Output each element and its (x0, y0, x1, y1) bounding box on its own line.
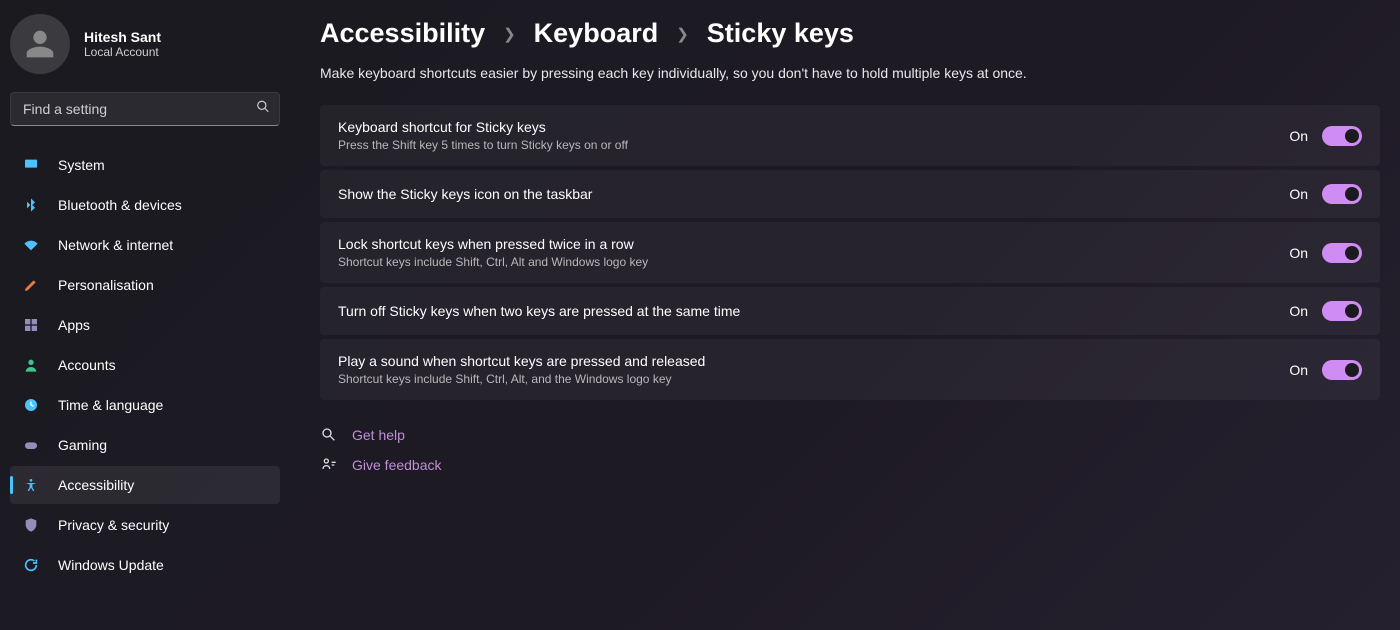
profile-section[interactable]: Hitesh Sant Local Account (10, 14, 280, 92)
sidebar-item-accessibility[interactable]: Accessibility (10, 466, 280, 504)
accounts-icon (22, 356, 40, 374)
apps-icon (22, 316, 40, 334)
toggle-switch[interactable] (1322, 243, 1362, 263)
nav-list: System Bluetooth & devices Network & int… (10, 146, 280, 584)
toggle-state-label: On (1289, 186, 1308, 202)
personalisation-icon (22, 276, 40, 294)
toggle-knob (1345, 129, 1359, 143)
setting-subtitle: Press the Shift key 5 times to turn Stic… (338, 138, 628, 152)
network-icon (22, 236, 40, 254)
sidebar-item-privacy[interactable]: Privacy & security (10, 506, 280, 544)
link-label: Give feedback (352, 457, 442, 473)
give-feedback-link[interactable]: Give feedback (320, 456, 1380, 474)
breadcrumb: Accessibility ❯ Keyboard ❯ Sticky keys (320, 18, 1380, 49)
page-description: Make keyboard shortcuts easier by pressi… (320, 65, 1380, 81)
sidebar-item-label: Accounts (58, 357, 116, 373)
time-icon (22, 396, 40, 414)
sidebar-item-time[interactable]: Time & language (10, 386, 280, 424)
sidebar-item-label: Bluetooth & devices (58, 197, 182, 213)
sidebar-item-system[interactable]: System (10, 146, 280, 184)
sidebar-item-label: Time & language (58, 397, 163, 413)
sidebar-item-update[interactable]: Windows Update (10, 546, 280, 584)
sidebar-item-label: Accessibility (58, 477, 134, 493)
sidebar-item-bluetooth[interactable]: Bluetooth & devices (10, 186, 280, 224)
toggle-state-label: On (1289, 303, 1308, 319)
system-icon (22, 156, 40, 174)
avatar (10, 14, 70, 74)
breadcrumb-current: Sticky keys (707, 18, 854, 49)
sidebar-item-gaming[interactable]: Gaming (10, 426, 280, 464)
sidebar-item-network[interactable]: Network & internet (10, 226, 280, 264)
toggle-state-label: On (1289, 245, 1308, 261)
sidebar-item-apps[interactable]: Apps (10, 306, 280, 344)
gaming-icon (22, 436, 40, 454)
setting-title: Keyboard shortcut for Sticky keys (338, 119, 628, 135)
toggle-knob (1345, 187, 1359, 201)
profile-text: Hitesh Sant Local Account (84, 29, 161, 59)
accessibility-icon (22, 476, 40, 494)
setting-lock-shortcut[interactable]: Lock shortcut keys when pressed twice in… (320, 222, 1380, 283)
toggle-state-label: On (1289, 128, 1308, 144)
link-label: Get help (352, 427, 405, 443)
setting-subtitle: Shortcut keys include Shift, Ctrl, Alt, … (338, 372, 705, 386)
sidebar-item-label: Windows Update (58, 557, 164, 573)
chevron-right-icon: ❯ (503, 25, 516, 43)
setting-title: Turn off Sticky keys when two keys are p… (338, 303, 740, 319)
sidebar-item-label: Apps (58, 317, 90, 333)
update-icon (22, 556, 40, 574)
toggle-switch[interactable] (1322, 360, 1362, 380)
setting-play-sound[interactable]: Play a sound when shortcut keys are pres… (320, 339, 1380, 400)
toggle-knob (1345, 246, 1359, 260)
search-container (10, 92, 280, 126)
sidebar-item-label: Privacy & security (58, 517, 169, 533)
get-help-link[interactable]: Get help (320, 426, 1380, 444)
sidebar-item-label: System (58, 157, 105, 173)
sidebar: Hitesh Sant Local Account System Bluetoo… (0, 0, 290, 630)
profile-name: Hitesh Sant (84, 29, 161, 45)
sidebar-item-accounts[interactable]: Accounts (10, 346, 280, 384)
breadcrumb-keyboard[interactable]: Keyboard (534, 18, 659, 49)
privacy-icon (22, 516, 40, 534)
setting-subtitle: Shortcut keys include Shift, Ctrl, Alt a… (338, 255, 648, 269)
setting-title: Lock shortcut keys when pressed twice in… (338, 236, 648, 252)
search-input[interactable] (10, 92, 280, 126)
bluetooth-icon (22, 196, 40, 214)
settings-list: Keyboard shortcut for Sticky keys Press … (320, 105, 1380, 400)
search-icon[interactable] (256, 100, 270, 119)
help-links: Get help Give feedback (320, 426, 1380, 474)
setting-title: Show the Sticky keys icon on the taskbar (338, 186, 592, 202)
toggle-switch[interactable] (1322, 301, 1362, 321)
sidebar-item-personalisation[interactable]: Personalisation (10, 266, 280, 304)
sidebar-item-label: Network & internet (58, 237, 173, 253)
profile-account-type: Local Account (84, 45, 161, 59)
toggle-switch[interactable] (1322, 126, 1362, 146)
setting-title: Play a sound when shortcut keys are pres… (338, 353, 705, 369)
setting-taskbar-icon[interactable]: Show the Sticky keys icon on the taskbar… (320, 170, 1380, 218)
setting-turn-off-two-keys[interactable]: Turn off Sticky keys when two keys are p… (320, 287, 1380, 335)
help-icon (320, 426, 338, 444)
toggle-state-label: On (1289, 362, 1308, 378)
sidebar-item-label: Personalisation (58, 277, 154, 293)
toggle-switch[interactable] (1322, 184, 1362, 204)
feedback-icon (320, 456, 338, 474)
breadcrumb-accessibility[interactable]: Accessibility (320, 18, 485, 49)
sidebar-item-label: Gaming (58, 437, 107, 453)
chevron-right-icon: ❯ (676, 25, 689, 43)
toggle-knob (1345, 363, 1359, 377)
main-content: Accessibility ❯ Keyboard ❯ Sticky keys M… (290, 0, 1400, 630)
setting-keyboard-shortcut[interactable]: Keyboard shortcut for Sticky keys Press … (320, 105, 1380, 166)
user-icon (24, 28, 56, 60)
toggle-knob (1345, 304, 1359, 318)
